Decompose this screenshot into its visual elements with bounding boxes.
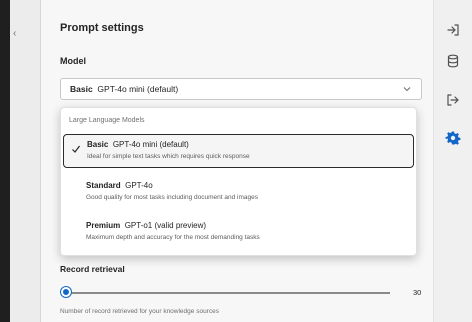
chevron-left-icon[interactable]: ‹: [13, 28, 16, 39]
model-select-tier: Basic: [70, 84, 93, 94]
dropdown-group-header: Large Language Models: [69, 117, 145, 124]
model-dropdown-menu: Large Language Models Basic GPT-4o mini …: [60, 107, 417, 256]
option-title: Standard GPT-4o: [86, 181, 153, 190]
model-option-standard[interactable]: Standard GPT-4o Good quality for most ta…: [63, 176, 414, 210]
option-tier: Premium: [86, 221, 121, 230]
record-retrieval-slider-thumb[interactable]: [61, 287, 71, 297]
right-icon-rail: [433, 0, 472, 322]
option-model: GPT-4o: [125, 181, 153, 190]
model-select[interactable]: Basic GPT-4o mini (default): [60, 78, 422, 100]
option-model: GPT-4o mini (default): [112, 140, 189, 149]
database-icon[interactable]: [445, 53, 461, 69]
option-tier: Basic: [87, 140, 109, 149]
sign-in-icon[interactable]: [445, 22, 461, 38]
option-title: Basic GPT-4o mini (default): [87, 140, 189, 149]
record-retrieval-label: Record retrieval: [60, 264, 125, 274]
option-tier: Standard: [86, 181, 121, 190]
page-title: Prompt settings: [60, 22, 144, 34]
record-retrieval-slider-track[interactable]: [66, 292, 390, 294]
collapsed-left-panel: ‹: [10, 0, 41, 322]
option-description: Good quality for most tasks including do…: [86, 194, 258, 201]
exit-icon[interactable]: [445, 92, 461, 108]
model-select-value: Basic GPT-4o mini (default): [70, 84, 178, 94]
chevron-down-icon: [402, 84, 412, 94]
option-title: Premium GPT-o1 (valid preview): [86, 221, 206, 230]
model-select-model: GPT-4o mini (default): [97, 84, 179, 94]
record-retrieval-helper-text: Number of record retrieved for your know…: [60, 308, 219, 315]
model-option-basic[interactable]: Basic GPT-4o mini (default) Ideal for si…: [63, 134, 414, 168]
gear-icon[interactable]: [445, 130, 461, 146]
option-description: Maximum depth and accuracy for the most …: [86, 234, 260, 241]
record-retrieval-value: 30: [413, 288, 422, 297]
model-option-premium[interactable]: Premium GPT-o1 (valid preview) Maximum d…: [63, 216, 414, 250]
checkmark-icon: [71, 144, 81, 154]
option-description: Ideal for simple text tasks which requir…: [87, 153, 250, 160]
model-label: Model: [60, 56, 86, 66]
option-model: GPT-o1 (valid preview): [124, 221, 207, 230]
